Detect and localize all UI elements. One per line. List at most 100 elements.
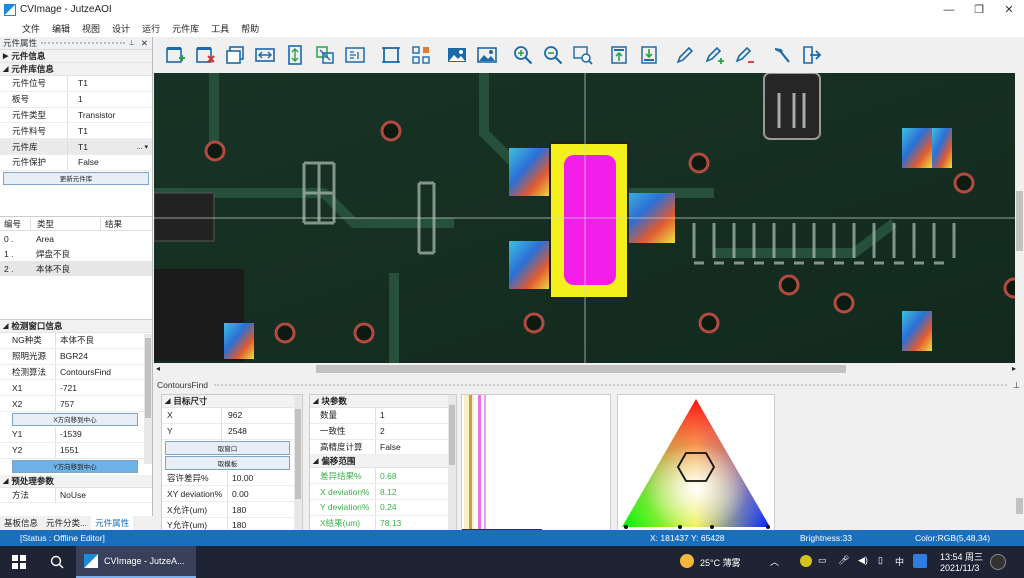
take-template-button[interactable]: 取模板 [165, 455, 290, 470]
menu-library[interactable]: 元件库 [172, 22, 199, 35]
copy-window-icon[interactable] [220, 42, 250, 68]
detect-row[interactable]: 方法 NoUse [0, 487, 152, 504]
detect-row[interactable]: X2 757 [0, 396, 152, 412]
offset-row[interactable]: Y deviation% 0.24 [310, 499, 456, 516]
ime-icon[interactable]: 中 [895, 555, 904, 568]
tab-component-class[interactable]: 元件分类... [42, 516, 91, 530]
pen-remove-icon[interactable] [730, 42, 760, 68]
update-library-button[interactable]: 更新元件库 [3, 171, 149, 185]
battery-icon[interactable]: ▯ [878, 555, 883, 566]
pane-close-icon[interactable]: ✕ [141, 38, 148, 49]
delete-window-icon[interactable] [190, 42, 220, 68]
menu-run[interactable]: 运行 [142, 22, 160, 35]
group-preprocess[interactable]: ◢ 预处理参数 [0, 474, 152, 488]
weather-text[interactable]: 25°C 薄雾 [700, 556, 741, 569]
prop-row-library[interactable]: 元件库 T1... ▾ [0, 139, 152, 155]
histogram-view[interactable] [461, 394, 611, 532]
menu-file[interactable]: 文件 [22, 22, 40, 35]
exit-icon[interactable] [796, 42, 826, 68]
pen-icon[interactable] [670, 42, 700, 68]
tab-component-props[interactable]: 元件属性 [91, 516, 134, 530]
tray-app-icon[interactable] [800, 555, 812, 567]
fit-icon[interactable] [340, 42, 370, 68]
clock-time[interactable]: 13:54 周三 [940, 550, 983, 563]
notification-icon[interactable] [990, 554, 1006, 570]
offset-row[interactable]: 差异结果% 0.68 [310, 468, 456, 485]
block-row[interactable]: 高精度计算 False [310, 439, 456, 456]
prop-row[interactable]: 元件位号 T1 [0, 76, 152, 92]
menu-design[interactable]: 设计 [112, 22, 130, 35]
target-row[interactable]: X允许(um) 180 [162, 502, 302, 518]
clock-date[interactable]: 2021/11/3 [940, 563, 979, 573]
offset-row[interactable]: X结果(um) 78.13 [310, 515, 456, 530]
tab-board-info[interactable]: 基板信息 [0, 516, 42, 530]
resize-frame-icon[interactable] [376, 42, 406, 68]
hammer-icon[interactable] [766, 42, 796, 68]
align-horizontal-icon[interactable] [250, 42, 280, 68]
group-library-info[interactable]: ◢ 元件库信息 [0, 63, 152, 76]
zoom-fit-icon[interactable] [568, 42, 598, 68]
menu-view[interactable]: 视图 [82, 22, 100, 35]
offset-row[interactable]: X deviation% 8.12 [310, 484, 456, 500]
target-row[interactable]: XY deviation% 0.00 [162, 486, 302, 503]
image-hscroll[interactable]: ◂ ▸ [154, 363, 1020, 375]
tray-expand-icon[interactable]: ︿ [770, 555, 779, 568]
zoom-out-icon[interactable] [538, 42, 568, 68]
align-vertical-icon[interactable] [280, 42, 310, 68]
scrollbar[interactable] [144, 334, 152, 464]
image-vscroll[interactable] [1015, 73, 1024, 363]
pin-icon[interactable]: ⊥ [129, 39, 135, 47]
mic-icon[interactable]: 🎤︎ [838, 555, 849, 566]
start-button[interactable] [0, 555, 38, 569]
group-detect-window[interactable]: ◢ 检测窗口信息 [0, 320, 152, 333]
take-window-button[interactable]: 取窗口 [165, 440, 290, 455]
menu-help[interactable]: 帮助 [241, 22, 259, 35]
color-triangle-view[interactable] [617, 394, 775, 531]
menu-tools[interactable]: 工具 [211, 22, 229, 35]
scrollbar[interactable] [448, 395, 456, 530]
minimize-button[interactable]: — [934, 0, 964, 19]
add-window-icon[interactable] [160, 42, 190, 68]
menu-edit[interactable]: 编辑 [52, 22, 70, 35]
volume-icon[interactable]: ◀︎) [858, 555, 868, 566]
detect-row[interactable]: 照明光源 BGR24 [0, 348, 152, 365]
list-item[interactable]: 1 . 焊盘不良 [0, 246, 152, 261]
dropdown-icon[interactable]: ... ▾ [137, 143, 148, 151]
resize-icon[interactable] [310, 42, 340, 68]
prop-row[interactable]: 元件保护 False [0, 154, 152, 171]
group-offset-range[interactable]: ◢ 偏移范围 [310, 455, 456, 469]
y-center-button[interactable]: Y方向移到中心 [12, 459, 138, 473]
pin-icon-2[interactable]: ⊥ [1013, 380, 1020, 391]
move-up-icon[interactable] [604, 42, 634, 68]
block-row[interactable]: 一致性 2 [310, 423, 456, 440]
x-center-button[interactable]: X方向移到中心 [12, 412, 138, 426]
group-block-params[interactable]: ◢ 块参数 [310, 395, 456, 408]
block-row[interactable]: 数量 1 [310, 408, 456, 424]
grid-layout-icon[interactable] [406, 42, 436, 68]
pcb-image-view[interactable] [154, 73, 1020, 363]
target-row[interactable]: X 962 [162, 408, 302, 424]
pen-add-icon[interactable] [700, 42, 730, 68]
image-alt-icon[interactable] [472, 42, 502, 68]
close-button[interactable]: ✕ [994, 0, 1024, 19]
scrollbar[interactable] [294, 395, 302, 530]
image-icon[interactable] [442, 42, 472, 68]
prop-row[interactable]: 板号 1 [0, 91, 152, 108]
zoom-in-icon[interactable] [508, 42, 538, 68]
detect-row[interactable]: 检测算法 ContoursFind [0, 364, 152, 381]
app-q-icon[interactable] [913, 554, 927, 568]
group-component-info[interactable]: ▶ 元件信息 [0, 50, 152, 63]
detect-row[interactable]: Y1 -1539 [0, 426, 152, 443]
detect-row[interactable]: NG种类 本体不良 [0, 333, 152, 349]
prop-row[interactable]: 元件类型 Transistor [0, 107, 152, 124]
search-icon[interactable] [38, 555, 76, 569]
prop-row[interactable]: 元件料号 T1 [0, 123, 152, 140]
taskbar-app-cvimage[interactable]: CVImage - JutzeA... [76, 546, 196, 578]
detect-row[interactable]: X1 -721 [0, 380, 152, 397]
target-row[interactable]: 容许差异% 10.00 [162, 470, 302, 487]
list-item-selected[interactable]: 2 . 本体不良 [0, 261, 152, 276]
restore-button[interactable]: ❐ [964, 0, 994, 19]
list-item[interactable]: 0 . Area [0, 231, 152, 246]
detect-row[interactable]: Y2 1551 [0, 442, 152, 459]
network-icon[interactable]: ▭ [818, 555, 827, 566]
